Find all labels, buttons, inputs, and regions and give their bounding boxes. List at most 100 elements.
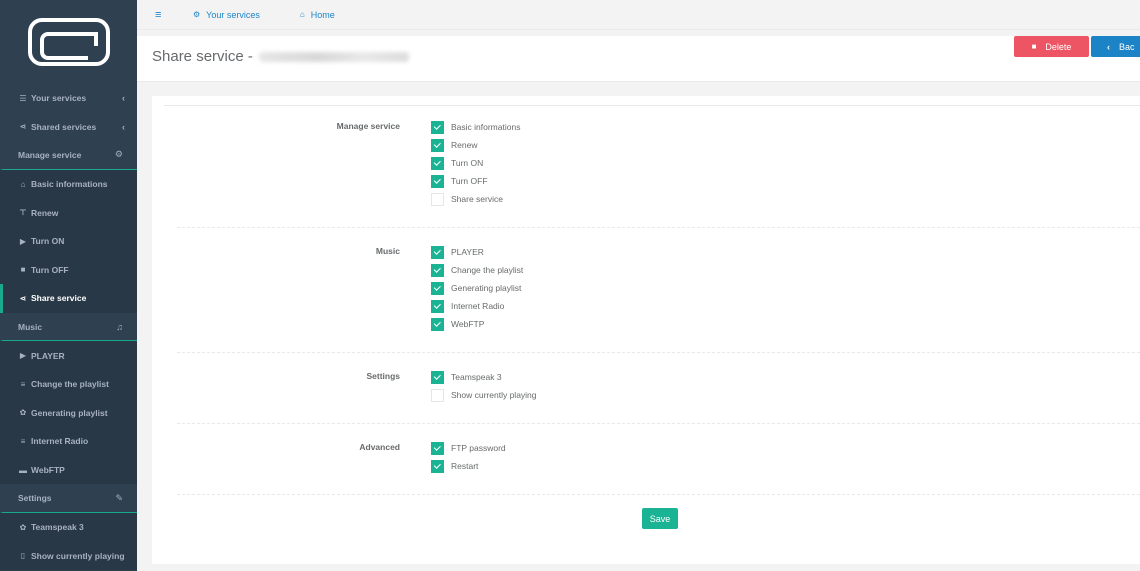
home-icon: ⌂	[299, 10, 305, 19]
checkbox-unchecked[interactable]	[431, 388, 444, 402]
gear-icon: ✿	[19, 408, 27, 418]
gears-icon: ⚙	[114, 149, 123, 160]
permission-option[interactable]: WebFTP	[431, 317, 484, 331]
logo[interactable]	[0, 0, 137, 84]
sidebar-item-teamspeak-3[interactable]: ✿ Teamspeak 3	[0, 512, 137, 542]
permission-option-label: Change the playlist	[451, 265, 524, 275]
checkbox-checked[interactable]	[431, 138, 444, 152]
sidebar-item-label: Music	[18, 321, 43, 332]
sidebar-item-label: Settings	[18, 493, 52, 504]
sidebar-item-music[interactable]: Music ♫	[0, 312, 137, 342]
top-navbar: ≡ ⚙ Your services ⌂ Home	[137, 0, 1140, 30]
sidebar-item-player[interactable]: ▶ PLAYER	[0, 341, 137, 370]
sidebar: ☰ Your services ‹ ⋖ Shared services ‹ Manage s…	[0, 0, 137, 571]
page-title: Share service -	[152, 48, 409, 65]
redacted-email	[258, 51, 409, 62]
section-divider	[177, 423, 1140, 424]
sidebar-item-share-service[interactable]: ⋖ Share service	[0, 284, 137, 313]
checkbox-checked[interactable]	[431, 459, 444, 473]
trash-icon: ■	[1031, 42, 1037, 51]
checkbox-checked[interactable]	[431, 174, 444, 188]
permission-option[interactable]: Show currently playing	[431, 388, 537, 402]
your-services-label: Your services	[206, 9, 260, 20]
section-divider	[177, 227, 1140, 228]
permission-option[interactable]: Turn OFF	[431, 174, 488, 188]
checkbox-checked[interactable]	[431, 281, 444, 295]
sidebar-item-shared-services[interactable]: ⋖ Shared services ‹	[0, 113, 137, 142]
permission-option-label: WebFTP	[451, 319, 485, 329]
checkbox-checked[interactable]	[431, 441, 444, 455]
sidebar-item-internet-radio[interactable]: ≡ Internet Radio	[0, 427, 137, 456]
permission-option-label: Show currently playing	[451, 390, 537, 400]
group-label: Music	[375, 246, 400, 256]
permission-option[interactable]: Share service	[431, 192, 503, 206]
checkbox-checked[interactable]	[431, 156, 444, 170]
permission-option-label: Share service	[451, 194, 503, 204]
music-icon: ♫	[116, 321, 123, 332]
share-icon: ⋖	[19, 122, 27, 132]
list-icon: ≡	[20, 379, 26, 389]
your-services-link[interactable]: ⚙ Your services	[193, 10, 260, 20]
gear-icon: ✿	[19, 522, 27, 532]
sidebar-item-show-currently-playing[interactable]: ▯ Show currently playing	[0, 541, 137, 571]
permissions-panel: Manage service Basic informations Renew Tur…	[152, 96, 1140, 564]
sidebar-item-turn-on[interactable]: ▶ Turn ON	[0, 226, 137, 256]
sidebar-item-turn-off[interactable]: ■ Turn OFF	[0, 255, 137, 285]
sidebar-item-basic-informations[interactable]: ⌂ Basic informations	[0, 169, 137, 199]
permission-option[interactable]: Change the playlist	[431, 263, 523, 277]
sidebar-item-webftp[interactable]: ▬ WebFTP	[0, 455, 137, 485]
permission-option-label: Teamspeak 3	[451, 372, 502, 382]
sidebar-item-label: Your services	[31, 93, 87, 104]
wrench-icon: ✎	[115, 492, 123, 503]
permission-option[interactable]: Internet Radio	[431, 299, 504, 313]
sidebar-item-label: PLAYER	[31, 350, 65, 361]
checkbox-checked[interactable]	[431, 245, 444, 259]
chevron-left-icon: ‹	[122, 121, 125, 132]
checkbox-checked[interactable]	[431, 263, 444, 277]
checkbox-unchecked[interactable]	[431, 192, 444, 206]
home-link[interactable]: ⌂ Home	[300, 10, 335, 20]
permission-option[interactable]: Turn ON	[431, 156, 483, 170]
logo-icon	[27, 18, 110, 66]
checkbox-checked[interactable]	[431, 370, 444, 384]
sidebar-item-label: WebFTP	[31, 465, 65, 476]
sidebar-item-label: Generating playlist	[31, 407, 108, 418]
sidebar-item-settings[interactable]: Settings ✎	[0, 484, 137, 513]
checkbox-checked[interactable]	[431, 317, 444, 331]
sidebar-item-your-services[interactable]: ☰ Your services ‹	[0, 84, 137, 113]
permission-option[interactable]: Teamspeak 3	[431, 370, 502, 384]
permission-option[interactable]: Renew	[431, 138, 477, 152]
page-title-text: Share service -	[152, 48, 253, 65]
sidebar-item-renew[interactable]: ⊤ Renew	[0, 198, 137, 227]
cart-icon: ⊤	[19, 208, 27, 218]
checkbox-checked[interactable]	[431, 299, 444, 313]
chevron-left-icon: ‹	[122, 93, 125, 104]
sidebar-item-manage-service[interactable]: Manage service ⚙	[0, 141, 137, 170]
permission-option[interactable]: Generating playlist	[431, 281, 521, 295]
sidebar-item-label: Renew	[31, 207, 59, 218]
list-icon: ☰	[19, 93, 27, 103]
group-label: Advanced	[359, 442, 400, 452]
sidebar-item-change-the-playlist[interactable]: ≡ Change the playlist	[0, 369, 137, 399]
play-icon: ▶	[19, 351, 27, 361]
permission-option[interactable]: Basic informations	[431, 120, 520, 134]
panel-divider	[164, 105, 1140, 106]
permission-option-label: Internet Radio	[451, 301, 505, 311]
back-button[interactable]: ‹ Bac	[1091, 36, 1140, 57]
sidebar-item-label: Manage service	[18, 149, 82, 160]
share-icon: ⋖	[19, 293, 27, 303]
sidebar-item-generating-playlist[interactable]: ✿ Generating playlist	[0, 398, 137, 428]
permission-option-label: Generating playlist	[451, 283, 522, 293]
save-button[interactable]: Save	[642, 508, 678, 529]
permission-option-label: Renew	[451, 140, 478, 150]
hamburger-menu-icon[interactable]: ≡	[155, 9, 169, 21]
permission-option[interactable]: Restart	[431, 459, 478, 473]
checkbox-checked[interactable]	[431, 120, 444, 134]
group-label: Settings	[366, 371, 400, 381]
delete-button[interactable]: ■ Delete	[1014, 36, 1089, 57]
permission-option-label: FTP password	[451, 443, 506, 453]
section-divider	[177, 352, 1140, 353]
permission-option[interactable]: PLAYER	[431, 245, 484, 259]
permission-option[interactable]: FTP password	[431, 441, 506, 455]
sidebar-item-label: Teamspeak 3	[31, 522, 84, 533]
